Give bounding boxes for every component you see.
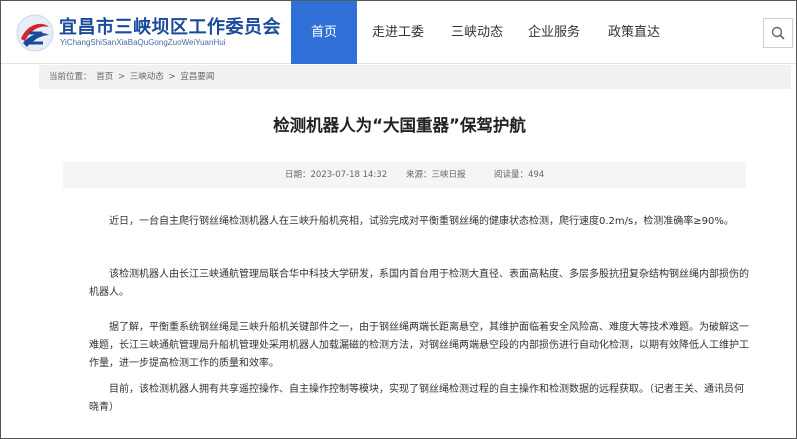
search-button[interactable] bbox=[763, 18, 793, 48]
nav-item-news[interactable]: 三峡动态 bbox=[439, 1, 515, 64]
article-meta: 日期：2023-07-18 14:32 来源：三峡日报 阅读量：494 bbox=[63, 162, 746, 188]
main-nav: 首页 走进工委 三峡动态 企业服务 政策直达 bbox=[291, 1, 675, 64]
search-icon bbox=[771, 26, 785, 40]
nav-item-about[interactable]: 走进工委 bbox=[357, 1, 439, 64]
breadcrumb: 当前位置： 首页 > 三峡动态 > 宜昌要闻 bbox=[39, 65, 791, 89]
article-paragraph: 近日，一台自主爬行钢丝绳检测机器人在三峡升船机亮相，试验完成对平衡重钢丝绳的健康… bbox=[109, 216, 734, 227]
article-paragraph: 目前，该检测机器人拥有共享遥控操作、自主操作控制等模块，实现了钢丝绳检测过程的自… bbox=[89, 384, 744, 413]
breadcrumb-home[interactable]: 首页 bbox=[96, 72, 113, 82]
site-logo-icon[interactable] bbox=[15, 13, 55, 53]
site-subtitle: YiChangShiSanXiaBaQuGongZuoWeiYuanHui bbox=[60, 38, 226, 47]
breadcrumb-separator: > bbox=[168, 72, 176, 82]
breadcrumb-news[interactable]: 三峡动态 bbox=[130, 72, 164, 82]
article-title: 检测机器人为“大国重器”保驾护航 bbox=[273, 116, 526, 135]
breadcrumb-prefix: 当前位置： bbox=[49, 72, 92, 82]
article-paragraph: 该检测机器人由长江三峡通航管理局联合华中科技大学研发，系国内首台用于检测大直径、… bbox=[89, 269, 749, 298]
breadcrumb-current[interactable]: 宜昌要闻 bbox=[180, 72, 214, 82]
article-source: 来源：三峡日报 bbox=[406, 170, 466, 180]
breadcrumb-separator: > bbox=[117, 72, 126, 82]
article-views: 阅读量：494 bbox=[494, 170, 545, 180]
article-paragraph: 据了解，平衡重系统钢丝绳是三峡升船机关键部件之一，由于钢丝绳两端长距离悬空，其维… bbox=[89, 322, 749, 369]
browser-page: 宜昌市三峡坝区工作委员会 YiChangShiSanXiaBaQuGongZuo… bbox=[0, 0, 797, 439]
article-date: 日期：2023-07-18 14:32 bbox=[285, 170, 388, 180]
nav-item-enterprise-service[interactable]: 企业服务 bbox=[515, 1, 593, 64]
nav-item-policy[interactable]: 政策直达 bbox=[593, 1, 675, 64]
site-title[interactable]: 宜昌市三峡坝区工作委员会 bbox=[59, 13, 281, 39]
site-header: 宜昌市三峡坝区工作委员会 YiChangShiSanXiaBaQuGongZuo… bbox=[1, 1, 796, 64]
nav-item-home[interactable]: 首页 bbox=[291, 1, 357, 64]
